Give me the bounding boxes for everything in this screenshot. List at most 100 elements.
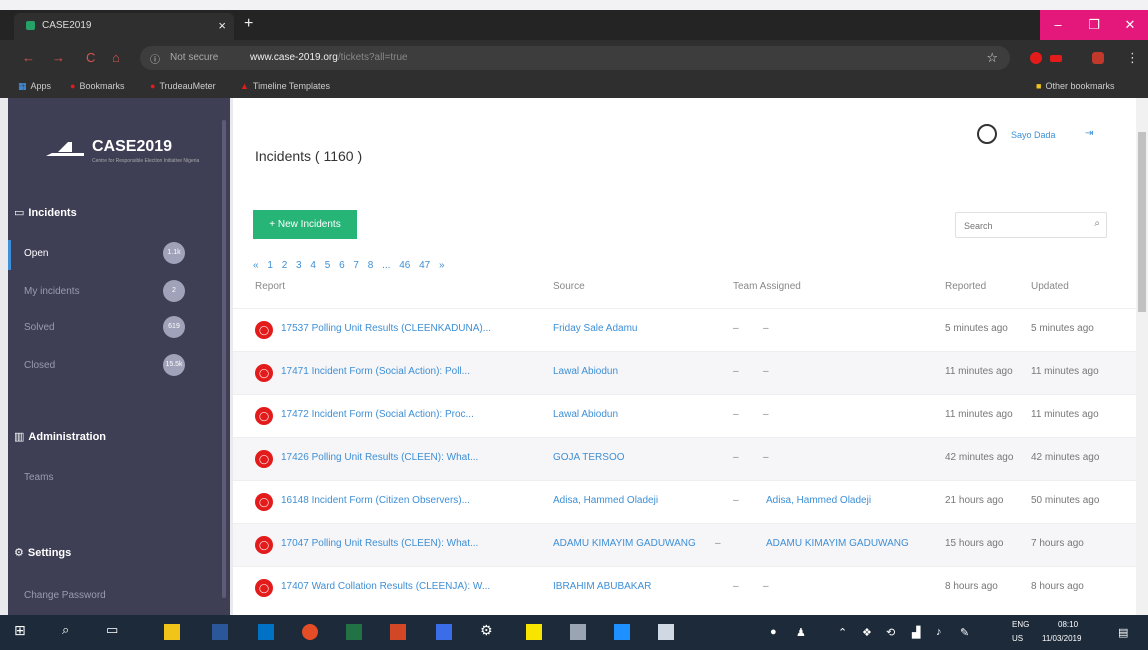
table-row[interactable]: ◯ 17426 Polling Unit Results (CLEEN): Wh… bbox=[233, 437, 1136, 480]
gear-icon[interactable]: ⚙ bbox=[480, 622, 496, 638]
mail-icon[interactable] bbox=[614, 624, 630, 640]
browser-tab[interactable]: CASE2019 × bbox=[14, 13, 234, 40]
bookmark-timeline-templates[interactable]: ▲ Timeline Templates bbox=[240, 81, 330, 91]
network-icon[interactable]: ▟ bbox=[912, 626, 920, 639]
whatsapp-icon[interactable] bbox=[658, 624, 674, 640]
sidebar-item-closed[interactable]: Closed 15.5k bbox=[8, 352, 230, 382]
app-icon[interactable] bbox=[570, 624, 586, 640]
back-icon[interactable]: ← bbox=[22, 50, 35, 65]
table-row[interactable]: ◯ 17537 Polling Unit Results (CLEENKADUN… bbox=[233, 308, 1136, 351]
report-link[interactable]: 17426 Polling Unit Results (CLEEN): What… bbox=[281, 452, 478, 463]
source-link[interactable]: Lawal Abiodun bbox=[553, 366, 618, 377]
bookmark-star-icon[interactable]: ☆ bbox=[986, 50, 998, 66]
scrollbar-thumb[interactable] bbox=[1138, 132, 1146, 312]
sticky-notes-icon[interactable] bbox=[526, 624, 542, 640]
bookmark-apps[interactable]: ▦ Apps bbox=[18, 81, 51, 92]
sidebar-item-solved[interactable]: Solved 619 bbox=[8, 314, 230, 344]
pagination-page[interactable]: 3 bbox=[296, 260, 302, 271]
report-link[interactable]: 17471 Incident Form (Social Action): Pol… bbox=[281, 366, 470, 377]
table-row[interactable]: ◯ 17407 Ward Collation Results (CLEENJA)… bbox=[233, 566, 1136, 609]
pagination-page[interactable]: 5 bbox=[325, 260, 331, 271]
column-header-updated[interactable]: Updated bbox=[1031, 281, 1069, 292]
app-tray-icon[interactable]: ● bbox=[770, 626, 777, 638]
table-row[interactable]: ◯ 16148 Incident Form (Citizen Observers… bbox=[233, 480, 1136, 523]
report-link[interactable]: 17472 Incident Form (Social Action): Pro… bbox=[281, 409, 474, 420]
team-assigned[interactable]: ADAMU KIMAYIM GADUWANG bbox=[766, 538, 909, 549]
search-box[interactable]: ⌕ bbox=[955, 212, 1107, 238]
people-icon[interactable]: ♟ bbox=[796, 626, 806, 639]
windows-start-icon[interactable]: ⊞ bbox=[14, 622, 30, 638]
new-tab-button[interactable]: + bbox=[244, 15, 253, 33]
sidebar-item-teams[interactable]: Teams bbox=[8, 464, 230, 494]
new-incident-button[interactable]: + New Incidents bbox=[253, 210, 357, 239]
close-window-button[interactable]: ✕ bbox=[1112, 10, 1148, 40]
notifications-icon[interactable]: ▤ bbox=[1118, 626, 1128, 639]
bookmark-other[interactable]: ■ Other bookmarks bbox=[1036, 81, 1114, 91]
pagination-page[interactable]: 6 bbox=[339, 260, 345, 271]
excel-icon[interactable] bbox=[346, 624, 362, 640]
source-link[interactable]: GOJA TERSOO bbox=[553, 452, 625, 463]
profile-icon[interactable] bbox=[1092, 52, 1104, 64]
bookmark-trudeaumeter[interactable]: ● TrudeauMeter bbox=[150, 81, 216, 91]
team-assigned[interactable]: Adisa, Hammed Oladeji bbox=[766, 495, 871, 506]
pagination-page[interactable]: 47 bbox=[419, 260, 430, 271]
source-link[interactable]: Lawal Abiodun bbox=[553, 409, 618, 420]
pagination-page[interactable]: 2 bbox=[282, 260, 288, 271]
app-icon[interactable] bbox=[436, 624, 452, 640]
pagination-page[interactable]: 7 bbox=[353, 260, 359, 271]
pagination-prev[interactable]: « bbox=[253, 260, 259, 271]
search-icon[interactable]: ⌕ bbox=[1094, 218, 1100, 229]
table-row[interactable]: ◯ 17472 Incident Form (Social Action): P… bbox=[233, 394, 1136, 437]
pagination-page[interactable]: 4 bbox=[310, 260, 316, 271]
minimize-button[interactable]: – bbox=[1040, 10, 1076, 40]
source-link[interactable]: Friday Sale Adamu bbox=[553, 323, 638, 334]
sidebar-scrollbar[interactable] bbox=[222, 120, 226, 598]
page-scrollbar[interactable] bbox=[1136, 98, 1148, 615]
column-header-reported[interactable]: Reported bbox=[945, 281, 986, 292]
chevron-up-icon[interactable]: ⌃ bbox=[838, 626, 847, 639]
sidebar-item-open[interactable]: Open 1.1k bbox=[8, 240, 230, 270]
forward-icon[interactable]: → bbox=[52, 50, 65, 65]
chrome-icon[interactable] bbox=[302, 624, 318, 640]
search-icon[interactable]: ⌕ bbox=[62, 622, 78, 638]
column-header-team[interactable]: Team Assigned bbox=[733, 281, 801, 292]
sidebar-item-my-incidents[interactable]: My incidents 2 bbox=[8, 278, 230, 308]
table-row[interactable]: ◯ 17047 Polling Unit Results (CLEEN): Wh… bbox=[233, 523, 1136, 566]
search-input[interactable] bbox=[964, 218, 1082, 234]
column-header-source[interactable]: Source bbox=[553, 281, 585, 292]
logout-icon[interactable]: ⇥ bbox=[1085, 128, 1093, 139]
pagination-page[interactable]: 46 bbox=[399, 260, 410, 271]
tab-close-icon[interactable]: × bbox=[218, 18, 226, 33]
report-link[interactable]: 17537 Polling Unit Results (CLEENKADUNA)… bbox=[281, 323, 491, 334]
maximize-button[interactable]: ❐ bbox=[1076, 10, 1112, 40]
dropbox-icon[interactable]: ❖ bbox=[862, 626, 872, 639]
bookmark-bookmarks[interactable]: ● Bookmarks bbox=[70, 81, 124, 91]
home-icon[interactable]: ⌂ bbox=[112, 50, 120, 65]
outlook-icon[interactable] bbox=[258, 624, 274, 640]
column-header-report[interactable]: Report bbox=[255, 281, 285, 292]
report-link[interactable]: 16148 Incident Form (Citizen Observers).… bbox=[281, 495, 470, 506]
source-link[interactable]: IBRAHIM ABUBAKAR bbox=[553, 581, 651, 592]
address-bar[interactable]: ⓘ Not secure www.case-2019.org/tickets?a… bbox=[140, 46, 1010, 70]
pagination-page[interactable]: 8 bbox=[368, 260, 374, 271]
extension-icon[interactable] bbox=[1030, 52, 1042, 64]
reload-icon[interactable]: C bbox=[86, 50, 95, 65]
pagination-page[interactable]: 1 bbox=[267, 260, 273, 271]
powerpoint-icon[interactable] bbox=[390, 624, 406, 640]
source-link[interactable]: Adisa, Hammed Oladeji bbox=[553, 495, 658, 506]
task-view-icon[interactable]: ▭ bbox=[106, 622, 122, 638]
sync-icon[interactable]: ⟲ bbox=[886, 626, 895, 639]
source-link[interactable]: ADAMU KIMAYIM GADUWANG bbox=[553, 538, 696, 549]
report-link[interactable]: 17407 Ward Collation Results (CLEENJA): … bbox=[281, 581, 490, 592]
pagination-next[interactable]: » bbox=[439, 260, 445, 271]
table-row[interactable]: ◯ 17471 Incident Form (Social Action): P… bbox=[233, 351, 1136, 394]
user-name[interactable]: Sayo Dada bbox=[1011, 130, 1056, 140]
word-icon[interactable] bbox=[212, 624, 228, 640]
extension-icon[interactable] bbox=[1050, 55, 1062, 62]
menu-kebab-icon[interactable]: ⋮ bbox=[1126, 50, 1139, 66]
pen-icon[interactable]: ✎ bbox=[960, 626, 969, 639]
volume-icon[interactable]: ♪ bbox=[936, 626, 942, 638]
report-link[interactable]: 17047 Polling Unit Results (CLEEN): What… bbox=[281, 538, 478, 549]
sidebar-item-change-password[interactable]: Change Password bbox=[8, 582, 230, 612]
file-explorer-icon[interactable] bbox=[164, 624, 180, 640]
